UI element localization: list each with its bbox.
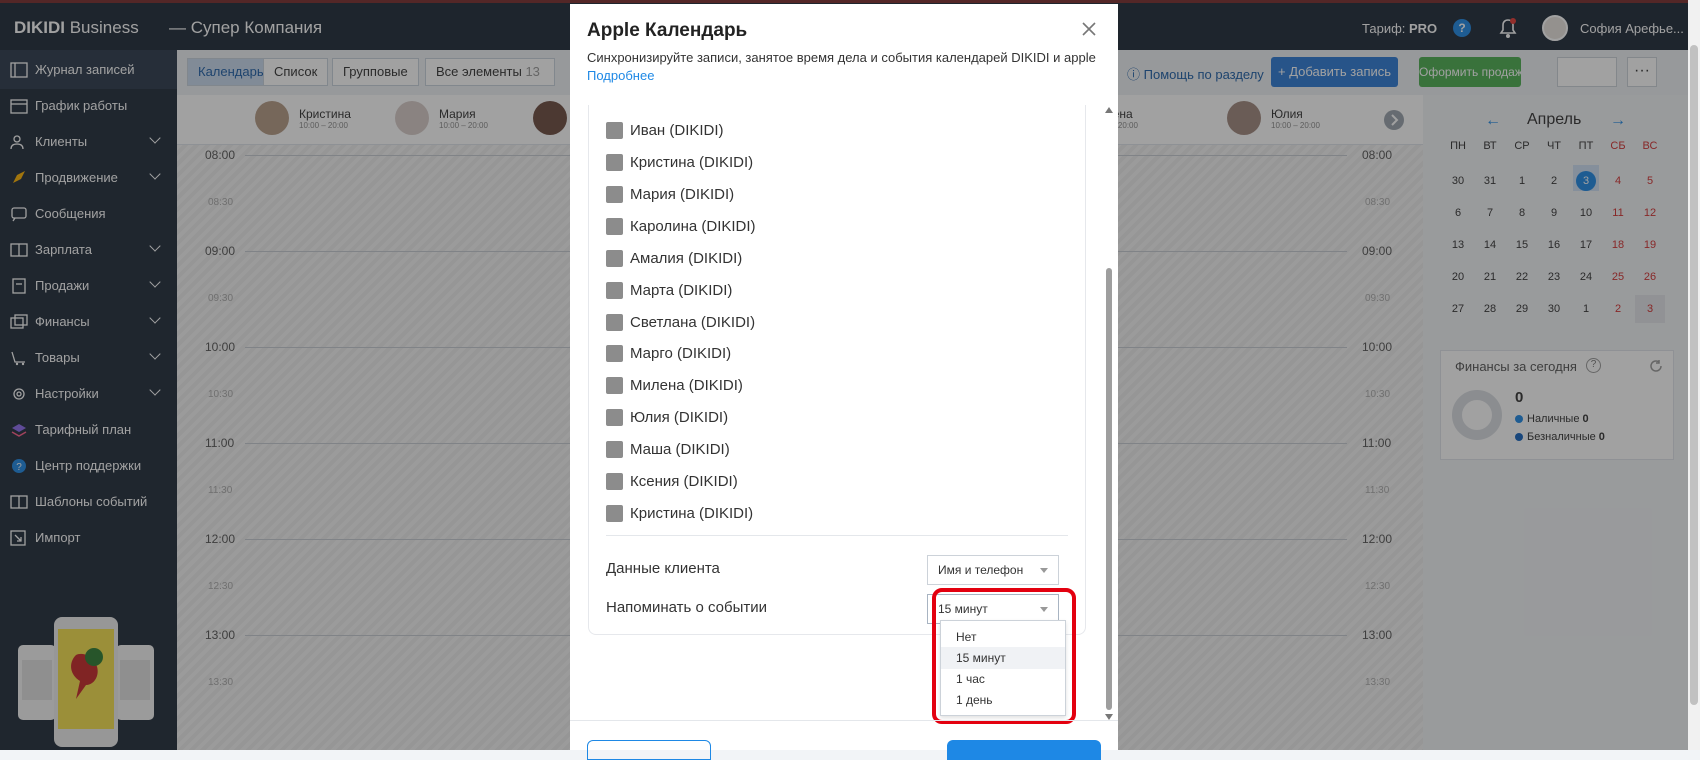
calendar-checkbox-row[interactable]: Марго (DIKIDI) [606,342,731,364]
checkbox[interactable] [606,153,623,171]
modal-footer-divider [570,720,1118,721]
checkbox[interactable] [606,440,623,458]
calendar-checkbox-row[interactable]: Ксения (DIKIDI) [606,470,738,492]
calendar-checkbox-row[interactable]: Амалия (DIKIDI) [606,247,742,269]
more-info-link[interactable]: Подробнее [587,68,654,83]
cancel-button[interactable] [587,740,711,760]
divider [606,535,1068,536]
checkbox[interactable] [606,472,623,490]
checkbox[interactable] [606,376,623,394]
checkbox[interactable] [606,121,623,139]
checkbox[interactable] [606,281,623,299]
save-button[interactable] [947,740,1101,760]
calendar-checkbox-row[interactable]: Юлия (DIKIDI) [606,406,728,428]
calendar-checkbox-row[interactable]: Маша (DIKIDI) [606,438,730,460]
apple-calendar-modal: Apple Календарь Синхронизируйте записи, … [570,4,1118,760]
checkbox[interactable] [606,185,623,203]
scroll-up-icon[interactable] [1105,107,1113,113]
checkbox[interactable] [606,217,623,235]
close-icon[interactable] [1080,20,1098,38]
checkbox[interactable] [606,408,623,426]
calendar-checkbox-row[interactable]: Каролина (DIKIDI) [606,215,756,237]
calendar-checkbox-row[interactable]: Иван (DIKIDI) [606,119,724,141]
modal-scrollbar[interactable] [1104,102,1114,722]
client-data-select[interactable]: Имя и телефон [927,555,1059,585]
scrollbar-thumb[interactable] [1690,45,1698,705]
modal-title: Apple Календарь [587,20,748,41]
checkbox[interactable] [606,504,623,522]
sync-settings-panel: Иван (DIKIDI) Кристина (DIKIDI) Мария (D… [588,105,1086,635]
caret-down-icon [1040,568,1048,573]
scrollbar-thumb[interactable] [1106,268,1112,710]
remind-label: Напоминать о событии [606,599,768,616]
calendar-checkbox-row[interactable]: Милена (DIKIDI) [606,374,743,396]
calendar-checkbox-row[interactable]: Марта (DIKIDI) [606,279,732,301]
page-scrollbar[interactable] [1688,0,1700,750]
calendar-checkbox-row[interactable]: Мария (DIKIDI) [606,183,734,205]
calendar-checkbox-row[interactable]: Кристина (DIKIDI) [606,502,753,524]
calendar-checkbox-row[interactable]: Светлана (DIKIDI) [606,311,755,333]
checkbox[interactable] [606,313,623,331]
highlight-box [932,588,1076,724]
checkbox[interactable] [606,249,623,267]
client-data-label: Данные клиента [606,560,720,577]
checkbox[interactable] [606,344,623,362]
calendar-checkbox-row[interactable]: Кристина (DIKIDI) [606,151,753,173]
modal-description: Синхронизируйте записи, занятое время де… [587,50,1096,65]
